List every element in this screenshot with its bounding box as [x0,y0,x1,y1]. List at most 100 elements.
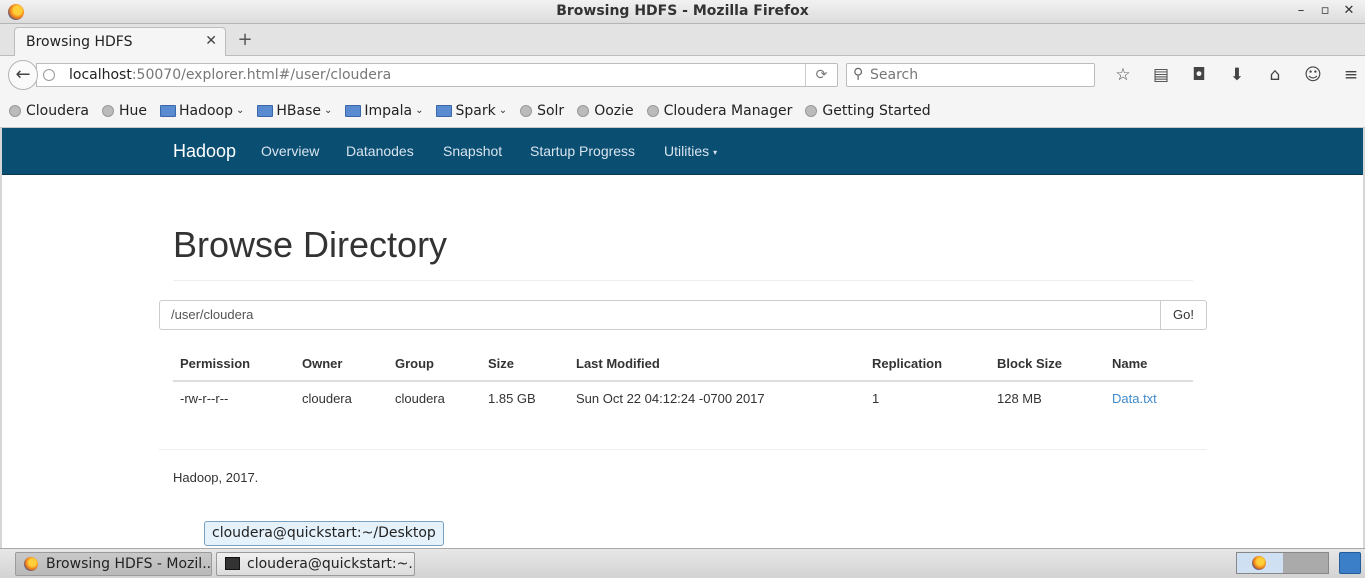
close-icon[interactable]: ✕ [1339,2,1359,20]
hadoop-brand-link[interactable]: Hadoop [173,141,236,162]
bookmark-label: Hue [118,102,147,119]
bookmark-star-icon[interactable]: ☆ [1104,64,1142,86]
minimize-icon[interactable]: – [1291,2,1311,20]
folder-icon [257,104,274,117]
bookmark-hue[interactable]: Hue [101,102,147,119]
nav-utilities-dropdown[interactable]: Utilities ▾ [664,143,717,159]
divider [173,280,1193,281]
url-text[interactable]: localhost:50070/explorer.html#/user/clou… [69,67,391,83]
file-link[interactable]: Data.txt [1112,391,1157,406]
column-header-owner[interactable]: Owner [295,350,388,382]
caret-down-icon: ▾ [713,147,718,157]
bookmark-folder-spark[interactable]: Spark ⌄ [436,103,507,119]
search-input[interactable]: ⚲ Search [846,63,1095,87]
page-title: Browse Directory [173,224,448,265]
column-header-permission[interactable]: Permission [173,350,295,382]
column-header-replication[interactable]: Replication [865,350,990,382]
tab-label: Browsing HDFS [26,34,133,50]
bookmark-label: Solr [537,102,565,119]
column-header-block-size[interactable]: Block Size [990,350,1105,382]
taskbar-tooltip: cloudera@quickstart:~/Desktop [204,521,444,546]
url-path: :50070/explorer.html#/user/cloudera [131,67,392,83]
globe-icon [520,104,533,117]
search-icon: ⚲ [853,66,864,82]
show-desktop-button[interactable] [1339,552,1361,574]
site-identity-icon[interactable] [43,69,55,81]
folder-icon [345,104,362,117]
home-icon[interactable]: ⌂ [1256,64,1294,86]
cell-permission: -rw-r--r-- [180,390,229,406]
downloads-icon[interactable]: ⬇ [1218,64,1256,86]
go-button[interactable]: Go! [1160,300,1207,330]
cell-size: 1.85 GB [488,390,536,406]
taskbar-item-firefox[interactable]: Browsing HDFS - Mozil... [15,552,212,576]
reading-list-icon[interactable]: ▤ [1142,64,1180,86]
tab-browsing-hdfs[interactable]: Browsing HDFS ✕ [14,27,226,57]
table-header-row: Permission Owner Group Size Last Modifie… [173,350,1193,382]
globe-icon [101,104,114,117]
bookmark-label: HBase [276,102,321,119]
column-header-size[interactable]: Size [481,350,569,382]
bookmark-folder-impala[interactable]: Impala ⌄ [345,103,423,119]
directory-path-input[interactable]: /user/cloudera [159,300,1161,330]
bookmark-cloudera-manager[interactable]: Cloudera Manager [646,102,793,119]
cell-last-modified: Sun Oct 22 04:12:24 -0700 2017 [576,390,765,406]
terminal-icon [225,557,240,570]
divider [159,449,1207,450]
taskbar-item-terminal[interactable]: cloudera@quickstart:~... [216,552,415,576]
bookmarks-toolbar: Cloudera Hue Hadoop ⌄ HBase ⌄ Impala ⌄ Spar… [0,94,1365,128]
url-host: localhost [69,67,132,83]
bookmark-cloudera[interactable]: Cloudera [9,103,89,119]
cell-block-size: 128 MB [997,390,1042,406]
cell-owner: cloudera [302,390,352,406]
nav-startup-progress[interactable]: Startup Progress [530,143,635,159]
chevron-down-icon: ⌄ [498,105,508,116]
tab-close-icon[interactable]: ✕ [205,33,217,49]
hello-icon[interactable]: ☺ [1294,64,1332,86]
bookmark-folder-hbase[interactable]: HBase ⌄ [257,103,332,119]
bookmark-label: Hadoop [178,102,233,119]
workspace-switcher[interactable] [1236,552,1329,574]
window-titlebar: Browsing HDFS - Mozilla Firefox – ▫ ✕ [0,0,1365,24]
hadoop-navbar: Hadoop Overview Datanodes Snapshot Start… [2,128,1363,175]
taskbar-item-label: cloudera@quickstart:~... [247,556,415,572]
bookmark-label: Spark [455,102,496,119]
bookmark-getting-started[interactable]: Getting Started [805,102,931,119]
window-title: Browsing HDFS - Mozilla Firefox [556,3,809,19]
pocket-icon[interactable]: ◘ [1180,64,1218,86]
menu-icon[interactable]: ≡ [1332,64,1365,86]
nav-snapshot[interactable]: Snapshot [443,143,502,159]
maximize-icon[interactable]: ▫ [1315,2,1335,20]
search-placeholder: Search [870,67,919,83]
chevron-down-icon: ⌄ [235,105,245,116]
file-table: Permission Owner Group Size Last Modifie… [173,350,1193,414]
bookmark-label: Oozie [594,102,634,119]
nav-overview[interactable]: Overview [261,143,319,159]
table-row: -rw-r--r-- cloudera cloudera 1.85 GB Sun… [173,381,1193,414]
globe-icon [646,104,659,117]
column-header-last-modified[interactable]: Last Modified [569,350,865,382]
taskbar: Browsing HDFS - Mozil... cloudera@quicks… [0,548,1365,578]
folder-icon [436,104,453,117]
chevron-down-icon: ⌄ [415,105,424,116]
column-header-group[interactable]: Group [388,350,481,382]
nav-utilities-label: Utilities [664,143,710,159]
url-bar[interactable]: localhost:50070/explorer.html#/user/clou… [36,63,838,87]
new-tab-icon[interactable]: + [235,29,255,50]
bookmark-oozie[interactable]: Oozie [577,102,634,119]
workspace-1[interactable] [1237,553,1283,573]
bookmark-label: Getting Started [822,102,931,119]
reload-icon[interactable]: ⟳ [805,64,837,86]
folder-icon [159,104,176,117]
nav-datanodes[interactable]: Datanodes [346,143,414,159]
tab-strip: Browsing HDFS ✕ + [0,24,1365,57]
bookmark-label: Cloudera Manager [663,102,793,119]
cell-name: Data.txt [1105,381,1193,414]
back-button[interactable]: ← [8,60,38,90]
cell-replication: 1 [872,390,880,406]
bookmark-folder-hadoop[interactable]: Hadoop ⌄ [159,102,245,119]
bookmark-solr[interactable]: Solr [520,103,564,119]
page-footer: Hadoop, 2017. [173,470,259,485]
firefox-icon [24,557,38,571]
column-header-name[interactable]: Name [1105,350,1193,382]
